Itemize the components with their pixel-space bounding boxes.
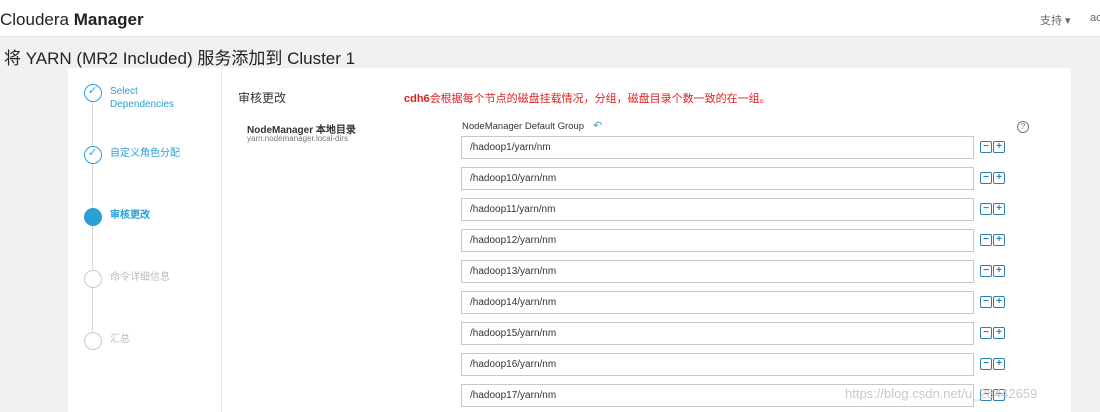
add-row-icon[interactable]: + (993, 172, 1005, 184)
directory-input[interactable] (461, 229, 974, 252)
step-label: Select Dependencies (110, 86, 174, 110)
app-logo[interactable]: Cloudera Manager (0, 10, 144, 30)
directory-input[interactable] (461, 291, 974, 314)
step-connector (92, 101, 93, 145)
directory-input[interactable] (461, 136, 974, 159)
annotation-note: cdh6会根据每个节点的磁盘挂载情况，分组，磁盘目录个数一致的在一组。 (404, 93, 771, 105)
step-label: 汇总 (110, 334, 130, 345)
top-header: Cloudera Manager 支持 ▾ ac (0, 0, 1100, 37)
watermark: https://blog.csdn.net/u_28442659 (845, 386, 1038, 401)
directory-input[interactable] (461, 322, 974, 345)
add-row-icon[interactable]: + (993, 203, 1005, 215)
panel-divider (221, 68, 222, 412)
section-title: 审核更改 (238, 91, 287, 105)
help-icon[interactable]: ? (1017, 121, 1029, 133)
property-key: yarn.nodemanager.local-dirs (247, 134, 348, 143)
step-label: 审核更改 (110, 210, 150, 221)
pending-step-icon (84, 332, 102, 350)
page-title: 将 YARN (MR2 Included) 服务添加到 Cluster 1 (4, 49, 356, 68)
step-connector (92, 287, 93, 331)
row-actions: − + (980, 265, 1006, 277)
remove-row-icon[interactable]: − (980, 172, 992, 184)
remove-row-icon[interactable]: − (980, 265, 992, 277)
remove-row-icon[interactable]: − (980, 327, 992, 339)
row-actions: − + (980, 358, 1006, 370)
directory-input[interactable] (461, 167, 974, 190)
row-actions: − + (980, 234, 1006, 246)
undo-icon[interactable]: ↶ (593, 119, 602, 132)
check-circle-icon (84, 84, 102, 102)
check-circle-icon (84, 146, 102, 164)
remove-row-icon[interactable]: − (980, 358, 992, 370)
directory-input[interactable] (461, 353, 974, 376)
add-row-icon[interactable]: + (993, 296, 1005, 308)
user-menu[interactable]: ac (1090, 12, 1100, 24)
step-label: 命令详细信息 (110, 272, 170, 283)
add-row-icon[interactable]: + (993, 358, 1005, 370)
add-row-icon[interactable]: + (993, 265, 1005, 277)
row-actions: − + (980, 327, 1006, 339)
directory-input[interactable] (461, 260, 974, 283)
step-connector (92, 225, 93, 269)
add-row-icon[interactable]: + (993, 141, 1005, 153)
step-connector (92, 163, 93, 207)
step-label: 自定义角色分配 (110, 148, 180, 159)
title-bar: 将 YARN (MR2 Included) 服务添加到 Cluster 1 (0, 38, 1100, 68)
support-menu[interactable]: 支持 ▾ (1040, 12, 1071, 28)
row-actions: − + (980, 141, 1006, 153)
add-row-icon[interactable]: + (993, 234, 1005, 246)
remove-row-icon[interactable]: − (980, 203, 992, 215)
active-step-icon (84, 208, 102, 226)
remove-row-icon[interactable]: − (980, 296, 992, 308)
add-row-icon[interactable]: + (993, 327, 1005, 339)
role-group-label: NodeManager Default Group (462, 121, 584, 132)
directory-input[interactable] (461, 198, 974, 221)
row-actions: − + (980, 203, 1006, 215)
row-actions: − + (980, 296, 1006, 308)
pending-step-icon (84, 270, 102, 288)
row-actions: − + (980, 172, 1006, 184)
remove-row-icon[interactable]: − (980, 141, 992, 153)
remove-row-icon[interactable]: − (980, 234, 992, 246)
